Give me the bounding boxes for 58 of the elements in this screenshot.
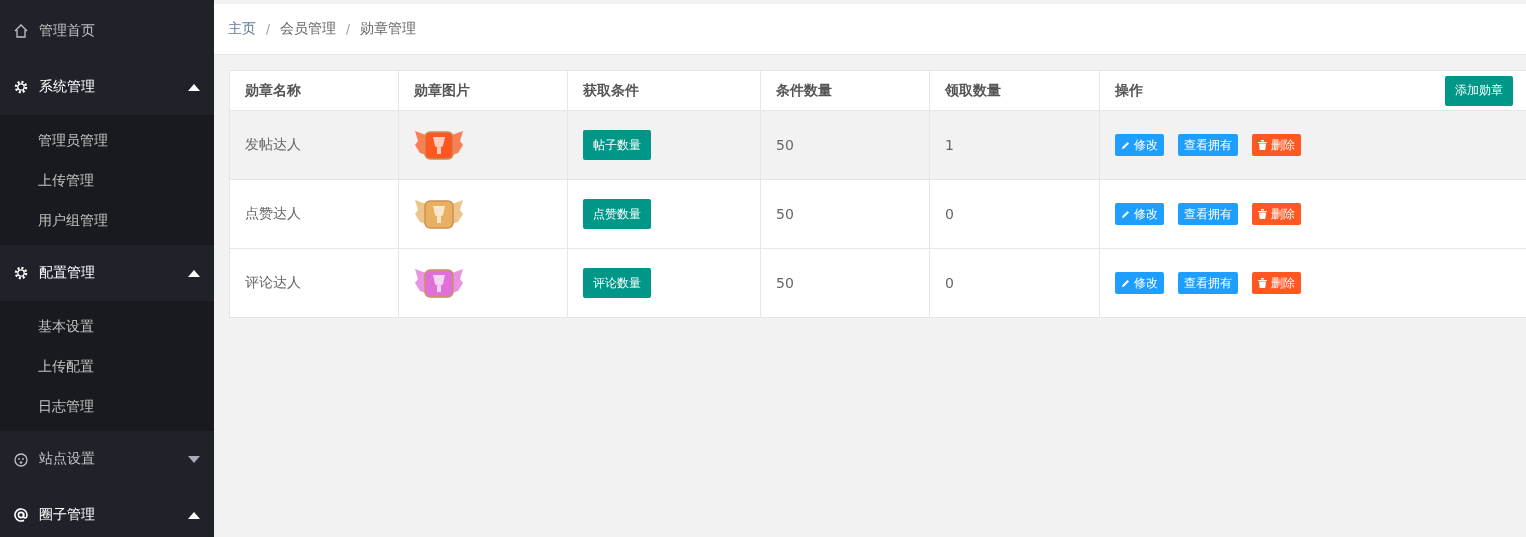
submenu-item[interactable]: 上传配置 [0,346,214,386]
submenu-item[interactable]: 基本设置 [0,306,214,346]
sidebar-item[interactable]: 管理首页 [0,3,214,59]
pencil-icon [1121,140,1130,150]
condition-tag: 点赞数量 [583,199,651,229]
breadcrumb-link[interactable]: 会员管理 [280,20,337,38]
caret-icon [188,83,200,91]
trash-icon [1258,209,1267,219]
caret-icon [188,269,200,277]
trash-icon [1258,140,1267,150]
breadcrumb-link[interactable]: 主页 [228,20,256,38]
delete-button[interactable]: 删除 [1252,272,1301,294]
caret-icon [188,511,200,519]
menu-label: 站点设置 [39,450,96,468]
table-cell: 点赞达人 [229,179,399,249]
submenu-item[interactable]: 日志管理 [0,386,214,426]
submenu-item[interactable]: 管理员管理 [0,120,214,160]
sidebar-item[interactable]: 系统管理 [0,59,214,115]
pencil-icon [1121,209,1130,219]
settings-icon [13,265,29,281]
condition-tag: 帖子数量 [583,130,651,160]
pencil-icon [1121,278,1130,288]
column-header: 勋章图片 [398,70,568,111]
column-header: 获取条件 [567,70,761,111]
sidebar-item[interactable]: 站点设置 [0,431,214,487]
delete-button[interactable]: 删除 [1252,203,1301,225]
breadcrumb-separator: / [346,22,351,36]
column-header: 领取数量 [929,70,1100,111]
column-header: 勋章名称 [229,70,399,111]
table-cell: 0 [929,179,1100,249]
at-icon [13,507,29,523]
table-cell: 评论达人 [229,248,399,318]
submenu-item[interactable]: 用户组管理 [0,200,214,240]
submenu-item[interactable]: 上传管理 [0,160,214,200]
sidebar-item[interactable]: 配置管理 [0,245,214,301]
home-icon [13,23,29,39]
column-title: 操作 [1115,81,1143,100]
column-header: 条件数量 [760,70,930,111]
breadcrumb-link[interactable]: 勋章管理 [360,20,417,38]
menu-label: 管理首页 [39,22,96,40]
add-badge-button[interactable]: 添加勋章 [1445,75,1513,106]
menu-label: 配置管理 [39,264,96,282]
table-cell: 50 [760,179,930,249]
delete-button[interactable]: 删除 [1252,134,1301,156]
breadcrumb-separator: / [266,22,271,36]
table-cell: 1 [929,110,1100,180]
table-cell: 0 [929,248,1100,318]
settings-icon [13,79,29,95]
table-cell: 发帖达人 [229,110,399,180]
trash-icon [1258,278,1267,288]
menu-label: 系统管理 [39,78,96,96]
sidebar-item[interactable]: 圈子管理 [0,487,214,537]
table-cell: 50 [760,110,930,180]
menu-label: 圈子管理 [39,506,96,524]
caret-icon [188,455,200,463]
table-cell: 50 [760,248,930,318]
face-icon [13,451,29,467]
condition-tag: 评论数量 [583,268,651,298]
